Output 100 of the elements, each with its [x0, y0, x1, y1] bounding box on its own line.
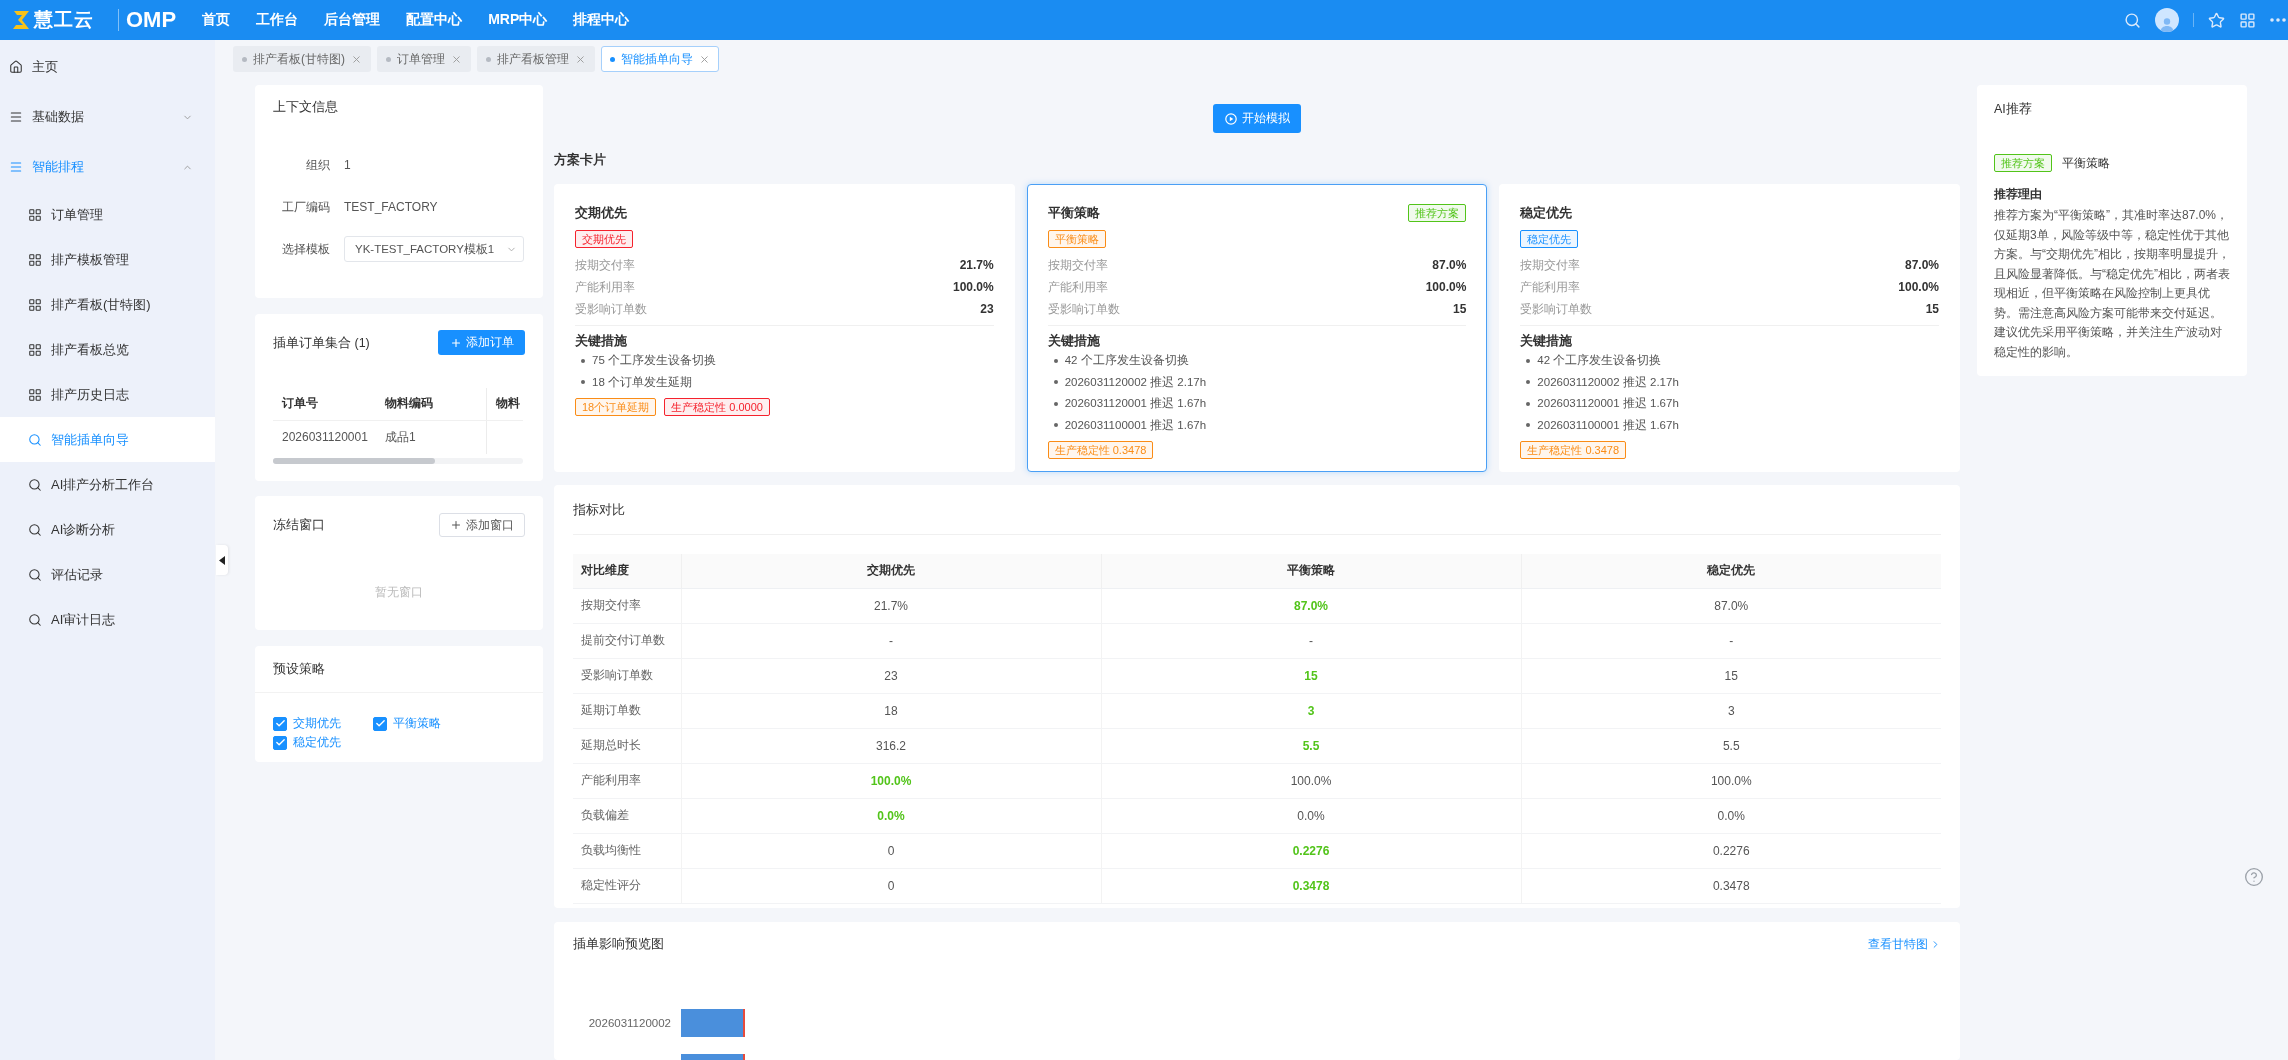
gantt-bar: [681, 1053, 745, 1060]
measures-title: 关键措施: [1047, 334, 1100, 348]
result-tag: 生产稳定性 0.0000: [664, 398, 770, 416]
plus-icon: [449, 336, 462, 349]
sidebar-item[interactable]: 主页: [0, 42, 215, 92]
nav-link[interactable]: 配置中心: [406, 11, 463, 29]
sidebar-item[interactable]: 评估记录: [0, 552, 215, 597]
close-icon[interactable]: [575, 53, 586, 65]
table-cell: -: [1521, 623, 1941, 658]
strategy-option[interactable]: 平衡策略: [373, 714, 441, 733]
collapse-handle[interactable]: [216, 545, 228, 575]
page-tab[interactable]: 订单管理: [377, 46, 471, 72]
close-icon[interactable]: [451, 53, 462, 65]
search-icon: [28, 612, 42, 627]
strategy-tag: 平衡策略: [1047, 230, 1106, 248]
table-cell: 延期总时长: [573, 728, 681, 763]
caret-icon: [219, 555, 225, 565]
table-cell: 延期订单数: [573, 693, 681, 728]
strategy-option[interactable]: 交期优先: [273, 714, 341, 733]
play-icon: [1224, 112, 1237, 125]
sidebar-item[interactable]: AI诊断分析: [0, 507, 215, 552]
table-cell: 成品1: [376, 420, 486, 454]
measures-title: 关键措施: [1520, 334, 1573, 348]
sidebar-item[interactable]: 智能插单向导: [0, 417, 215, 462]
nav-link[interactable]: 首页: [202, 11, 231, 29]
search-icon: [28, 567, 42, 582]
table-cell: 0.2276: [1521, 833, 1941, 868]
gantt-link[interactable]: 查看甘特图: [1868, 935, 1941, 953]
close-icon[interactable]: [351, 53, 362, 65]
nav-link[interactable]: 排程中心: [573, 11, 630, 29]
metric-value: 100.0%: [1425, 280, 1467, 294]
grid-icon: [28, 297, 42, 312]
logo-text: 慧工云: [34, 8, 94, 32]
start-simulation-button[interactable]: 开始模拟: [1213, 104, 1301, 133]
measure-text: 2026031120001 推迟 1.67h: [1537, 396, 1679, 412]
avatar[interactable]: [2155, 8, 2179, 32]
add-window-button[interactable]: 添加窗口: [439, 513, 525, 537]
template-select[interactable]: YK-TEST_FACTORY模板1: [344, 236, 524, 262]
checkbox[interactable]: [373, 716, 387, 731]
measure-text: 42 个工序发生设备切换: [1064, 353, 1189, 369]
sidebar-item[interactable]: 排产历史日志: [0, 372, 215, 417]
metric-label: 产能利用率: [1520, 278, 1581, 296]
panel-title: 预设策略: [273, 661, 325, 677]
measure-text: 2026031100001 推迟 1.67h: [1537, 417, 1679, 433]
measure-text: 75 个工序发生设备切换: [592, 353, 716, 369]
sidebar-item[interactable]: 排产看板(甘特图): [0, 282, 215, 327]
measure-text: 2026031100001 推迟 1.67h: [1064, 417, 1207, 433]
scheme-card[interactable]: 稳定优先 稳定优先 按期交付率 87.0% 产能利用率 100.0% 受影响订单数 15 关键措施 42 个工序发生设备切换 2026031120002 推迟 2.17h 2026031120001 推迟 1.67h 2026031100001 推迟 1.67h 生产稳定性 0.3478: [1499, 184, 1960, 472]
reason-text: 推荐方案为“平衡策略”，其准时率达87.0%，仅延期3单，风险等级中等，稳定性优于其他方案。与“交期优先”相比，按期率明显提升，且风险显著降低。与“稳定优先”相比，两者表现相近，但平衡策略在风险控制上更具优势。需注意高风险方案可能带来交付延迟。建议优先采用平衡策略，并关注生产波动对稳定性的影响。: [1994, 207, 2230, 361]
bullet-icon: [1053, 401, 1058, 406]
nav-link[interactable]: 后台管理: [324, 11, 381, 29]
scheme-card[interactable]: 交期优先 交期优先 按期交付率 21.7% 产能利用率 100.0% 受影响订单数 23 关键措施 75 个工序发生设备切换 18 个订单发生延期 18个订单延期 生产稳定性 0.0000: [554, 184, 1015, 472]
sidebar-group[interactable]: 智能排程: [0, 142, 215, 192]
table-cell: 5.5: [1101, 728, 1521, 763]
nav-link[interactable]: 工作台: [256, 11, 299, 29]
panel-title: 指标对比: [573, 501, 625, 518]
search-icon: [28, 522, 42, 537]
checkbox[interactable]: [273, 735, 287, 750]
page-tab[interactable]: 排产看板(甘特图): [233, 46, 371, 72]
bar-label: 2026031120002: [587, 1015, 671, 1031]
section-title: 方案卡片: [554, 152, 606, 168]
sidebar-item[interactable]: AI审计日志: [0, 597, 215, 642]
help-icon[interactable]: [2244, 867, 2264, 887]
close-icon[interactable]: [699, 53, 710, 65]
strategy-tag: 稳定优先: [1520, 230, 1579, 248]
horizontal-scrollbar[interactable]: [273, 458, 523, 464]
metric-value: 100.0%: [1898, 280, 1939, 294]
table-cell: 0.0%: [1101, 798, 1521, 833]
sidebar-group[interactable]: 基础数据: [0, 92, 215, 142]
metric-label: 产能利用率: [575, 278, 635, 296]
more-icon[interactable]: [2270, 18, 2286, 22]
panel-title: AI推荐: [1994, 101, 2033, 117]
card-title: 平衡策略: [1047, 204, 1100, 222]
grid-icon: [28, 252, 42, 267]
sidebar-item[interactable]: AI排产分析工作台: [0, 462, 215, 507]
metric-value: 21.7%: [959, 258, 994, 272]
nav-link[interactable]: MRP中心: [488, 11, 548, 29]
add-order-button[interactable]: 添加订单: [438, 330, 525, 355]
page-tab[interactable]: 智能插单向导: [601, 46, 719, 72]
scheme-card[interactable]: 平衡策略 推荐方案 平衡策略 按期交付率 87.0% 产能利用率 100.0% 受影响订单数 15 关键措施 42 个工序发生设备切换 2026031120002 推迟 2.17h 2026031120001 推迟 1.67h 2026031100001 推迟 1.67h 生产稳定性 0.3478: [1026, 184, 1488, 472]
table-cell: 0.3478: [1521, 868, 1941, 903]
sidebar-item[interactable]: 排产模板管理: [0, 237, 215, 282]
checkbox[interactable]: [273, 716, 287, 731]
sidebar-item[interactable]: 订单管理: [0, 192, 215, 237]
table-header-cell: 订单号: [273, 388, 376, 420]
table-cell: 按期交付率: [573, 588, 681, 623]
search-icon[interactable]: [2124, 11, 2141, 29]
measure-text: 2026031120002 推迟 2.17h: [1064, 374, 1207, 390]
grid-icon[interactable]: [2239, 11, 2256, 29]
table-cell: 0: [681, 868, 1101, 903]
strategy-option[interactable]: 稳定优先: [273, 733, 341, 752]
table-header-cell: 对比维度: [573, 554, 681, 588]
sidebar-item[interactable]: 排产看板总览: [0, 327, 215, 372]
table-header-cell: 平衡策略: [1101, 554, 1521, 588]
field-label: 工厂编码: [281, 198, 330, 216]
page-tab[interactable]: 排产看板管理: [477, 46, 595, 72]
dot-icon: [386, 56, 391, 62]
star-icon[interactable]: [2208, 11, 2225, 29]
table-header-cell: 稳定优先: [1521, 554, 1941, 588]
field-value: 1: [344, 158, 351, 172]
